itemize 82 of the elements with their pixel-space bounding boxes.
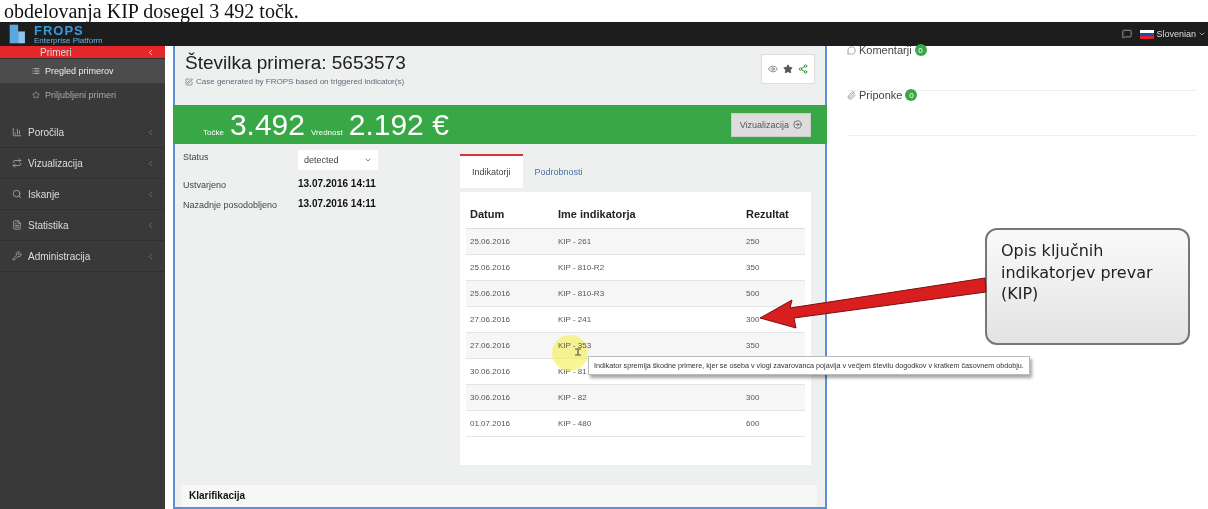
case-title: Številka primera: 5653573 bbox=[185, 52, 406, 74]
arrow-circle-icon bbox=[793, 120, 802, 130]
sidebar-item[interactable]: Statistika bbox=[0, 210, 165, 241]
table-cell: 350 bbox=[746, 340, 760, 350]
table-cell: 30.06.2016 bbox=[470, 392, 511, 402]
chevron-icon bbox=[146, 220, 155, 230]
caption-text: obdelovanja KIP dosegel 3 492 točk. bbox=[3, 0, 300, 22]
logo-name: FROPS bbox=[34, 23, 85, 37]
table-cell: 25.06.2016 bbox=[470, 262, 511, 272]
nav-icon bbox=[12, 251, 22, 261]
table-cell: 250 bbox=[746, 236, 760, 246]
status-select[interactable]: detected bbox=[298, 149, 378, 170]
nav-icon bbox=[12, 158, 22, 168]
side-panel-label[interactable]: Komentarji 0 bbox=[847, 44, 927, 56]
chat-icon[interactable] bbox=[1122, 29, 1133, 39]
table-cell: KIP - 81 bbox=[558, 366, 587, 376]
table-cell: 27.06.2016 bbox=[470, 340, 511, 350]
table-cell: 01.07.2016 bbox=[470, 418, 511, 428]
visualization-button[interactable]: Vizualizacija bbox=[730, 112, 811, 137]
tab[interactable]: Indikatorji bbox=[460, 153, 523, 188]
points-value: 3.492 bbox=[229, 107, 305, 142]
sidebar-subitem[interactable]: Priljubljeni primeri bbox=[0, 83, 165, 107]
sidebar-item[interactable]: Primeri bbox=[0, 46, 165, 59]
side-panel-label[interactable]: Priponke 0 bbox=[847, 89, 918, 101]
table-cell: KIP - 810-R3 bbox=[558, 288, 605, 298]
chevron-icon bbox=[146, 47, 155, 57]
table-cell: KIP - 261 bbox=[558, 236, 592, 246]
sidebar-item[interactable]: Vizualizacija bbox=[0, 148, 165, 179]
comment-icon bbox=[847, 45, 856, 55]
table-cell: 600 bbox=[746, 418, 760, 428]
sidebar-item[interactable]: Administracija bbox=[0, 241, 165, 272]
field-label: Status bbox=[183, 150, 210, 164]
share-icon[interactable] bbox=[798, 64, 808, 74]
sidebar-subitem[interactable]: Pregled primerov bbox=[0, 59, 165, 83]
field-label: Nazadnje posodobljeno bbox=[183, 198, 279, 210]
text-cursor-icon bbox=[574, 348, 582, 356]
field-value: 13.07.2016 14:11 bbox=[298, 177, 377, 190]
nav-icon bbox=[12, 220, 22, 230]
edit-icon bbox=[185, 77, 193, 86]
star-icon[interactable] bbox=[783, 64, 793, 74]
language-selector[interactable]: Slovenian bbox=[1140, 29, 1206, 39]
chevron-icon bbox=[146, 158, 155, 168]
column-header: Datum bbox=[466, 201, 554, 229]
table-cell: KIP - 82 bbox=[558, 392, 587, 402]
column-header: Rezultat bbox=[742, 201, 805, 229]
table-cell: 300 bbox=[746, 314, 760, 324]
list-icon bbox=[32, 67, 40, 75]
value-amount: 2.192 € bbox=[348, 107, 449, 142]
table-cell: KIP - 480 bbox=[558, 418, 592, 428]
callout-note: Opis ključnih indikatorjev prevar (KIP) bbox=[985, 228, 1190, 345]
field-value: 13.07.2016 14:11 bbox=[298, 197, 377, 210]
table-cell: 350 bbox=[746, 262, 760, 272]
nav-icon bbox=[12, 127, 22, 137]
table-cell: 27.06.2016 bbox=[470, 314, 511, 324]
table-cell: 500 bbox=[746, 288, 760, 298]
count-badge: 0 bbox=[914, 44, 927, 56]
nav-icon bbox=[12, 189, 22, 199]
table-cell: KIP - 241 bbox=[558, 314, 592, 324]
column-header: Ime indikatorja bbox=[554, 201, 742, 229]
logo-tagline: Enterprise Platform bbox=[34, 36, 103, 45]
star-icon bbox=[32, 91, 40, 99]
clarification-heading: Klarifikacija bbox=[181, 484, 817, 507]
table-cell: 25.06.2016 bbox=[470, 236, 511, 246]
chevron-icon bbox=[146, 251, 155, 261]
table-cell: 25.06.2016 bbox=[470, 288, 511, 298]
flag-icon bbox=[1140, 29, 1155, 39]
points-label: Točke bbox=[203, 127, 224, 137]
eye-icon[interactable] bbox=[768, 64, 778, 74]
caret-icon bbox=[1198, 30, 1206, 38]
value-label: Vrednost bbox=[311, 127, 343, 137]
field-label: Ustvarjeno bbox=[183, 178, 228, 190]
table-cell: 300 bbox=[746, 392, 760, 402]
table-cell: 30.06.2016 bbox=[470, 366, 511, 376]
count-badge: 0 bbox=[905, 89, 918, 101]
chevron-icon bbox=[146, 127, 155, 137]
case-subtitle: Case generated by FROPS based on triggered indicator(s) bbox=[196, 77, 405, 86]
sidebar-item[interactable]: Poročila bbox=[0, 117, 165, 148]
sidebar-item[interactable]: Iskanje bbox=[0, 179, 165, 210]
chevron-icon bbox=[146, 189, 155, 199]
table-cell: KIP - 810-R2 bbox=[558, 262, 605, 272]
paperclip-icon bbox=[847, 90, 856, 100]
tab[interactable]: Podrobnosti bbox=[522, 153, 595, 188]
